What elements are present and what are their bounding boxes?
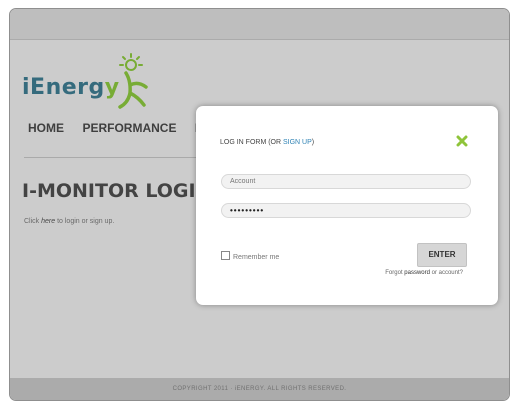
login-modal: LOG IN FORM (OR SIGN UP) Remember me ENT… [196, 106, 498, 305]
checkbox-icon[interactable] [221, 251, 230, 260]
forgot-link-text: Forgot password or account? [385, 270, 463, 276]
close-icon[interactable] [456, 135, 468, 147]
account-input[interactable] [221, 174, 471, 189]
sign-up-link[interactable]: SIGN UP [283, 139, 312, 146]
modal-title: LOG IN FORM (OR SIGN UP) [220, 139, 315, 146]
password-input[interactable] [221, 203, 471, 218]
remember-me-label: Remember me [233, 254, 280, 261]
remember-me-checkbox[interactable]: Remember me [221, 251, 279, 261]
enter-button[interactable]: ENTER [417, 243, 467, 267]
forgot-password-link[interactable]: password [404, 270, 430, 276]
